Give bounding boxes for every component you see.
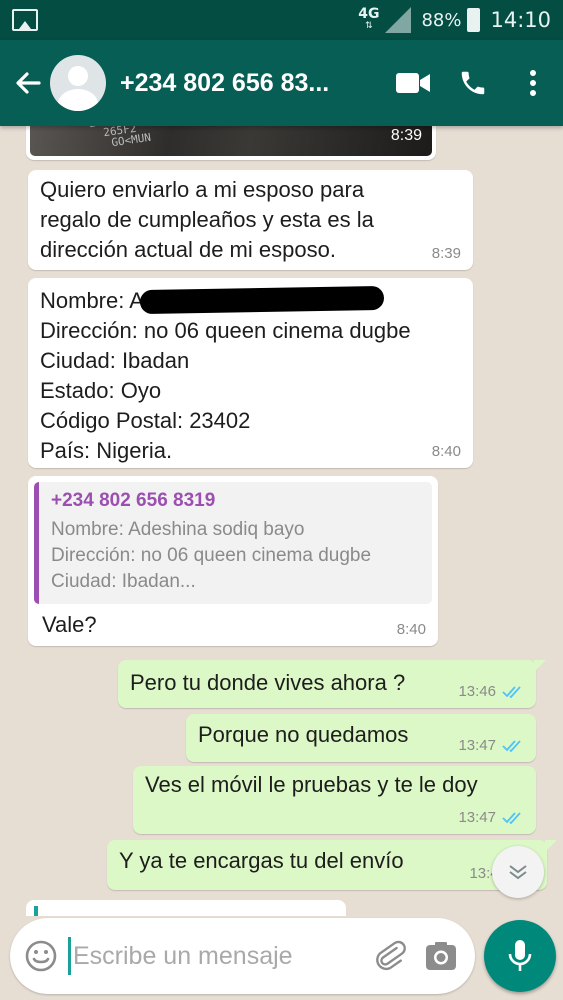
video-call-icon[interactable]: [383, 53, 443, 113]
id-card-photo[interactable]: ESPBG 265F2 GO<MUN 8:39: [30, 126, 432, 156]
message-time-value: 13:47: [458, 809, 496, 826]
signal-icon: [385, 7, 412, 33]
back-arrow-icon[interactable]: [8, 63, 48, 103]
message-bubble-outgoing[interactable]: Porque no quedamos 13:47: [186, 714, 536, 762]
message-time-value: 13:47: [458, 737, 496, 754]
message-bubble-outgoing[interactable]: Pero tu donde vives ahora ? 13:46: [118, 660, 546, 708]
attach-icon[interactable]: [369, 936, 409, 976]
message-time: 8:39: [432, 246, 461, 262]
gallery-notification-icon: [12, 9, 38, 31]
composer-bar: [10, 918, 475, 994]
message-bubble-outgoing[interactable]: Ves el móvil le pruebas y te le doy 13:4…: [133, 766, 536, 834]
message-bubble-incoming[interactable]: Nombre: A Dirección: no 06 queen cinema …: [28, 278, 473, 468]
text-cursor: [68, 937, 71, 975]
read-ticks-icon: [502, 740, 521, 753]
contact-avatar[interactable]: [50, 55, 106, 111]
message-time: 8:40: [397, 622, 426, 638]
more-options-icon[interactable]: [503, 53, 563, 113]
message-text: Ves el móvil le pruebas y te le doy: [145, 772, 478, 797]
message-time: 13:47: [458, 810, 524, 826]
microphone-icon: [508, 940, 532, 971]
chevron-down-icon: [509, 865, 527, 880]
quoted-line: Ciudad: Ibadan...: [51, 571, 196, 592]
message-bubble-outgoing[interactable]: Y ya te encargas tu del envío 13:47: [107, 840, 557, 890]
voice-record-button[interactable]: [484, 920, 556, 992]
network-indicator: 4G ⇅: [358, 7, 379, 32]
quoted-message[interactable]: +234 802 656 8319 Nombre: Adeshina sodiq…: [34, 482, 432, 604]
message-time: 8:40: [432, 444, 461, 460]
message-time: 13:46: [458, 684, 524, 700]
read-ticks-icon: [502, 686, 521, 699]
message-time: 8:39: [390, 127, 422, 144]
chat-header: +234 802 656 83...: [0, 40, 563, 126]
address-name-label: Nombre: A: [40, 288, 144, 313]
redaction-mark: [139, 285, 385, 315]
photo-texture: ESPBG 265F2 GO<MUN: [88, 126, 152, 152]
emoji-icon[interactable]: [24, 939, 58, 973]
address-line: País: Nigeria.: [40, 438, 173, 463]
address-name-line: Nombre: A: [40, 285, 461, 316]
message-text: Vale?: [42, 612, 97, 637]
message-time-value: 8:40: [396, 621, 426, 638]
message-input[interactable]: [73, 941, 357, 971]
address-line: Dirección: no 06 queen cinema dugbe: [40, 318, 411, 343]
quoted-sender: +234 802 656 8319: [51, 490, 216, 511]
message-time-value: 8:40: [431, 443, 461, 460]
status-bar: 4G ⇅ 88% 14:10: [0, 0, 563, 40]
contact-name[interactable]: +234 802 656 83...: [120, 69, 383, 98]
message-time-value: 13:46: [458, 683, 496, 700]
message-time: 13:47: [458, 738, 524, 754]
voice-call-icon[interactable]: [443, 53, 503, 113]
message-text: Quiero enviarlo a mi esposo para regalo …: [40, 177, 374, 262]
status-time: 14:10: [490, 8, 551, 32]
read-ticks-icon: [502, 812, 521, 825]
battery-icon: [467, 8, 481, 32]
message-bubble-incoming-partial[interactable]: [26, 900, 346, 916]
message-bubble-incoming-reply[interactable]: +234 802 656 8319 Nombre: Adeshina sodiq…: [28, 476, 438, 646]
quoted-line: Dirección: no 06 queen cinema dugbe: [51, 545, 372, 566]
chat-area[interactable]: ESPBG 265F2 GO<MUN 8:39 Quiero enviarlo …: [0, 126, 563, 916]
address-line: Ciudad: Ibadan: [40, 348, 190, 373]
scroll-to-bottom-button[interactable]: [492, 846, 544, 898]
message-bubble-incoming[interactable]: Quiero enviarlo a mi esposo para regalo …: [28, 170, 473, 270]
message-time-value: 8:39: [431, 245, 461, 262]
image-message[interactable]: ESPBG 265F2 GO<MUN 8:39: [26, 126, 436, 160]
address-line: Estado: Oyo: [40, 378, 162, 403]
camera-icon[interactable]: [421, 936, 461, 976]
address-line: Código Postal: 23402: [40, 408, 251, 433]
quoted-line: Nombre: Adeshina sodiq bayo: [51, 519, 305, 540]
battery-percent: 88%: [421, 9, 462, 31]
